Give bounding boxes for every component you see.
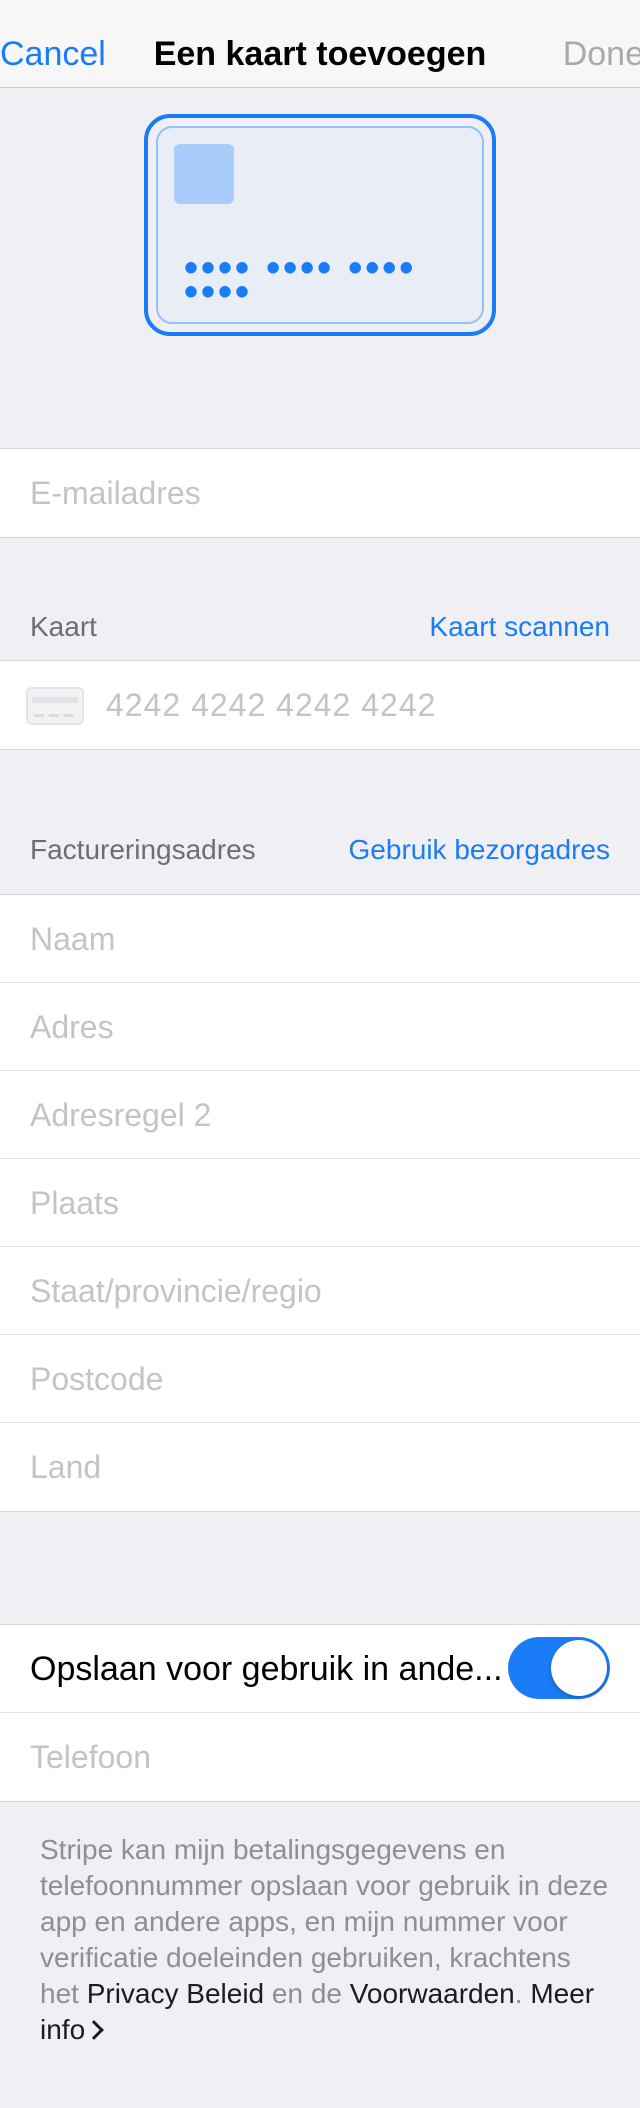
billing-group: Naam Adres Adresregel 2 Plaats Staat/pro…	[0, 894, 640, 1512]
scan-card-button[interactable]: Kaart scannen	[429, 609, 610, 645]
postcode-field[interactable]: Postcode	[0, 1335, 640, 1423]
page-title: Een kaart toevoegen	[153, 35, 487, 73]
save-row: Opslaan voor gebruik in ande...	[0, 1625, 640, 1713]
use-shipping-address-button[interactable]: Gebruik bezorgadres	[349, 832, 610, 868]
chevron-right-icon	[84, 2020, 105, 2040]
card-number-field[interactable]: ▬ ▬ ▬ 4242 4242 4242 4242	[0, 661, 640, 749]
toggle-knob	[551, 1640, 607, 1696]
card-chip-icon	[174, 144, 234, 204]
name-placeholder: Naam	[30, 921, 116, 957]
address-field[interactable]: Adres	[0, 983, 640, 1071]
card-preview-face: •••• •••• •••• ••••	[156, 126, 484, 324]
save-group: Opslaan voor gebruik in ande... Telefoon	[0, 1624, 640, 1802]
phone-placeholder: Telefoon	[30, 1739, 151, 1775]
save-toggle[interactable]	[508, 1637, 610, 1699]
postcode-placeholder: Postcode	[30, 1361, 164, 1397]
state-placeholder: Staat/provincie/regio	[30, 1273, 322, 1309]
city-field[interactable]: Plaats	[0, 1159, 640, 1247]
name-field[interactable]: Naam	[0, 895, 640, 983]
done-button[interactable]: Done	[563, 34, 640, 74]
country-field[interactable]: Land	[0, 1423, 640, 1511]
address-placeholder: Adres	[30, 1009, 114, 1045]
country-placeholder: Land	[30, 1449, 102, 1485]
card-number-mask: •••• •••• •••• ••••	[184, 246, 417, 314]
card-group: ▬ ▬ ▬ 4242 4242 4242 4242	[0, 660, 640, 750]
address-line-2-placeholder: Adresregel 2	[30, 1097, 212, 1133]
card-preview: •••• •••• •••• ••••	[144, 114, 496, 336]
billing-section-header: Factureringsadres	[30, 834, 256, 865]
phone-field[interactable]: Telefoon	[0, 1713, 640, 1801]
state-field[interactable]: Staat/provincie/regio	[0, 1247, 640, 1335]
save-label: Opslaan voor gebruik in ande...	[30, 1650, 500, 1688]
card-number-placeholder: 4242 4242 4242 4242	[106, 687, 437, 723]
credit-card-icon: ▬ ▬ ▬	[26, 687, 84, 725]
email-field[interactable]: E-mailadres	[0, 449, 640, 537]
privacy-policy-link[interactable]: Privacy Beleid	[87, 1978, 264, 2009]
city-placeholder: Plaats	[30, 1185, 119, 1221]
address-line-2-field[interactable]: Adresregel 2	[0, 1071, 640, 1159]
disclosure-text: Stripe kan mijn betalingsgegevens en tel…	[40, 1832, 610, 2048]
email-group: E-mailadres	[0, 448, 640, 538]
card-section-header: Kaart	[30, 611, 97, 642]
terms-link[interactable]: Voorwaarden	[350, 1978, 515, 2009]
disclosure-text-3: .	[514, 1978, 531, 2009]
email-placeholder: E-mailadres	[30, 475, 201, 511]
navigation-bar: Cancel Een kaart toevoegen Done	[0, 0, 640, 88]
disclosure-text-2: en de	[264, 1978, 350, 2009]
